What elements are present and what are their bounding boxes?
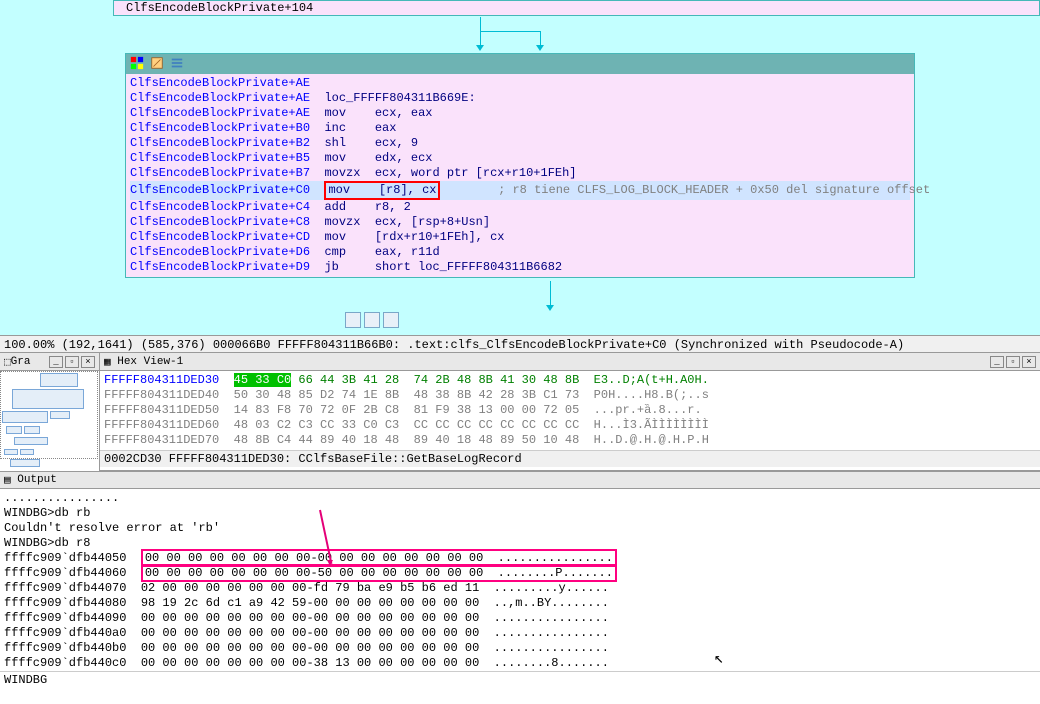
minimap-node: [24, 426, 40, 434]
output-line: ffffc909`dfb440c0 00 00 00 00 00 00 00 0…: [4, 656, 1036, 671]
disasm-line[interactable]: ClfsEncodeBlockPrivate+D6 cmp eax, r11d: [130, 245, 910, 260]
restore-icon[interactable]: ▫: [1006, 356, 1020, 368]
disasm-line[interactable]: ClfsEncodeBlockPrivate+C8 movzx ecx, [rs…: [130, 215, 910, 230]
graph-overview-panel: ⬚ Gra _ ▫ ×: [0, 353, 100, 470]
output-line: Couldn't resolve error at 'rb': [4, 521, 1036, 536]
top-code-block: ClfsEncodeBlockPrivate+104: [113, 0, 1040, 16]
minimap-node: [12, 389, 84, 409]
flow-edge: [480, 31, 540, 32]
disasm-line[interactable]: ClfsEncodeBlockPrivate+C0 mov [r8], cx ;…: [130, 181, 910, 200]
output-line: ffffc909`dfb440b0 00 00 00 00 00 00 00 0…: [4, 641, 1036, 656]
panel-header[interactable]: ⬚ Gra _ ▫ ×: [0, 353, 99, 371]
minimap-node: [14, 437, 48, 445]
disasm-block: ClfsEncodeBlockPrivate+AEClfsEncodeBlock…: [125, 53, 915, 278]
disasm-line[interactable]: ClfsEncodeBlockPrivate+AE loc_FFFFF80431…: [130, 91, 910, 106]
panel-title: Hex View-1: [117, 356, 183, 368]
edit-icon[interactable]: [150, 56, 166, 72]
list-icon[interactable]: [383, 312, 399, 328]
flow-arrow-icon: [546, 305, 554, 311]
disasm-line[interactable]: ClfsEncodeBlockPrivate+B0 inc eax: [130, 121, 910, 136]
graph-area: ClfsEncodeBlockPrivate+104 ClfsEncodeBlo…: [0, 0, 1040, 335]
disasm-lines: ClfsEncodeBlockPrivate+AEClfsEncodeBlock…: [126, 74, 914, 277]
minimap-node: [50, 411, 70, 419]
close-icon[interactable]: ×: [1022, 356, 1036, 368]
restore-icon[interactable]: ▫: [65, 356, 79, 368]
minimap-node: [2, 411, 48, 423]
graph-overview[interactable]: [0, 371, 99, 471]
hex-row[interactable]: FFFFF804311DED70 48 8B C4 44 89 40 18 48…: [104, 433, 1036, 448]
edit-icon[interactable]: [364, 312, 380, 328]
list-icon[interactable]: [170, 56, 186, 72]
hex-row[interactable]: FFFFF804311DED30 45 33 C0 66 44 3B 41 28…: [104, 373, 1036, 388]
disasm-line[interactable]: ClfsEncodeBlockPrivate+D9 jb short loc_F…: [130, 260, 910, 275]
minimized-block-toolbar: [345, 312, 399, 330]
disasm-line[interactable]: ClfsEncodeBlockPrivate+AE: [130, 76, 910, 91]
flow-edge: [480, 31, 481, 45]
output-line: ffffc909`dfb44090 00 00 00 00 00 00 00 0…: [4, 611, 1036, 626]
flow-edge: [540, 31, 541, 45]
output-icon: ▤: [4, 473, 11, 487]
minimap-node: [6, 426, 22, 434]
hex-row[interactable]: FFFFF804311DED50 14 83 F8 70 72 0F 2B C8…: [104, 403, 1036, 418]
hex-icon: ▦: [104, 355, 111, 369]
minimap-node: [10, 459, 40, 467]
graph-icon: ⬚: [4, 355, 11, 369]
flow-arrow-icon: [536, 45, 544, 51]
panel-title: Output: [17, 474, 57, 486]
hex-view-panel: ▦ Hex View-1 _ ▫ × FFFFF804311DED30 45 3…: [100, 353, 1040, 470]
hex-row[interactable]: FFFFF804311DED40 50 30 48 85 D2 74 1E 8B…: [104, 388, 1036, 403]
palette-icon[interactable]: [345, 312, 361, 328]
panel-title: Gra: [11, 356, 31, 368]
minimap-node: [40, 373, 78, 387]
output-line: ffffc909`dfb44080 98 19 2c 6d c1 a9 42 5…: [4, 596, 1036, 611]
minimize-icon[interactable]: _: [49, 356, 63, 368]
panel-header[interactable]: ▤ Output: [0, 471, 1040, 489]
hex-body[interactable]: FFFFF804311DED30 45 33 C0 66 44 3B 41 28…: [100, 371, 1040, 450]
close-icon[interactable]: ×: [81, 356, 95, 368]
flow-edge: [480, 17, 481, 31]
block-toolbar: [126, 54, 914, 74]
minimap-node: [20, 449, 34, 455]
annotation-arrow-head: [327, 560, 333, 566]
output-line: ffffc909`dfb440a0 00 00 00 00 00 00 00 0…: [4, 626, 1036, 641]
disasm-line[interactable]: ClfsEncodeBlockPrivate+B2 shl ecx, 9: [130, 136, 910, 151]
output-line: ................: [4, 491, 1036, 506]
disasm-line[interactable]: ClfsEncodeBlockPrivate+B7 movzx ecx, wor…: [130, 166, 910, 181]
flow-arrow-icon: [476, 45, 484, 51]
command-input[interactable]: [51, 673, 1036, 687]
hex-status: 0002CD30 FFFFF804311DED30: CClfsBaseFile…: [100, 450, 1040, 467]
output-line: ffffc909`dfb44070 02 00 00 00 00 00 00 0…: [4, 581, 1036, 596]
output-panel: ▤ Output ................WINDBG>db rbCou…: [0, 471, 1040, 688]
minimap-node: [4, 449, 18, 455]
panel-header[interactable]: ▦ Hex View-1 _ ▫ ×: [100, 353, 1040, 371]
input-label: WINDBG: [4, 673, 51, 687]
output-line: WINDBG>db rb: [4, 506, 1036, 521]
disasm-line[interactable]: ClfsEncodeBlockPrivate+AE mov ecx, eax: [130, 106, 910, 121]
input-row: WINDBG: [0, 671, 1040, 688]
palette-icon[interactable]: [130, 56, 146, 72]
output-body[interactable]: ................WINDBG>db rbCouldn't res…: [0, 489, 1040, 671]
hex-row[interactable]: FFFFF804311DED60 48 03 C2 C3 CC 33 C0 C3…: [104, 418, 1036, 433]
disasm-line[interactable]: ClfsEncodeBlockPrivate+CD mov [rdx+r10+1…: [130, 230, 910, 245]
status-bar: 100.00% (192,1641) (585,376) 000066B0 FF…: [0, 335, 1040, 353]
disasm-line[interactable]: ClfsEncodeBlockPrivate+B5 mov edx, ecx: [130, 151, 910, 166]
disasm-line[interactable]: ClfsEncodeBlockPrivate+C4 add r8, 2: [130, 200, 910, 215]
output-line: ffffc909`dfb44060 00 00 00 00 00 00 00 0…: [4, 566, 1036, 581]
minimize-icon[interactable]: _: [990, 356, 1004, 368]
